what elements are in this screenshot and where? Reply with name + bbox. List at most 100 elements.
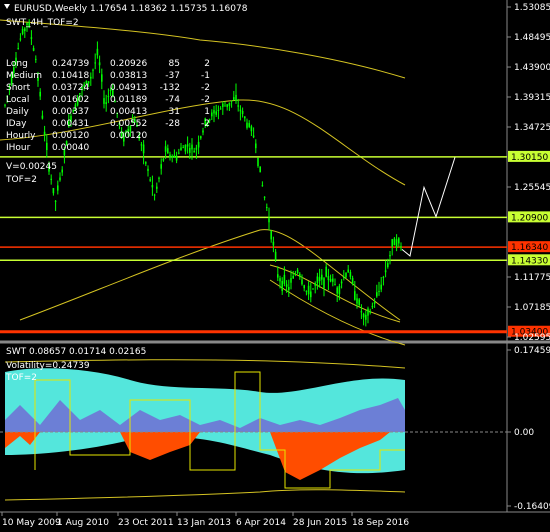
candle-body: [39, 91, 41, 97]
candle-body: [252, 135, 255, 138]
candle-body: [200, 136, 202, 139]
candle-body: [294, 274, 297, 276]
sub-axis-label: 0.17459: [514, 346, 550, 356]
candle-body: [149, 179, 151, 181]
price-tick-label: 1.48495: [514, 33, 550, 43]
candle-body: [343, 276, 345, 278]
stats-row-v2: 0.04913: [110, 83, 147, 93]
candle-body: [54, 200, 57, 202]
candle-body: [391, 239, 393, 247]
candle-body: [59, 177, 61, 181]
candle-body: [50, 178, 52, 180]
candle-body: [332, 278, 334, 282]
time-tick-label: 10 May 2009: [2, 518, 61, 528]
candle-body: [96, 48, 99, 56]
candle-body: [270, 231, 272, 240]
candle-body: [244, 116, 246, 119]
candle-body: [222, 103, 224, 108]
candle-body: [235, 94, 237, 102]
candle-body: [101, 74, 103, 82]
price-axis: 1.53085 1.48495 1.43900 1.39315 1.34725 1.301…: [507, 3, 550, 343]
candle-body: [345, 272, 347, 278]
candle-body: [184, 145, 187, 152]
candle-body: [362, 313, 365, 318]
candle-body: [301, 279, 303, 285]
candle-body: [360, 311, 363, 313]
candle-body: [213, 110, 215, 114]
candle-body: [103, 98, 105, 104]
stats-row-v1: 0.00040: [52, 143, 89, 153]
sub-tof-line: TOF=2: [5, 373, 37, 383]
stats-row-v4: 1: [204, 107, 210, 117]
candle-body: [369, 311, 371, 313]
stats-row-v2: 0.00413: [110, 107, 147, 117]
candle-body: [193, 150, 195, 153]
candle-body: [61, 169, 63, 173]
candle-body: [296, 269, 299, 273]
chart-canvas[interactable]: 1.53085 1.48495 1.43900 1.39315 1.34725 1.301…: [0, 0, 550, 532]
time-tick-label: 18 Sep 2016: [352, 518, 409, 528]
candle-body: [164, 146, 167, 152]
candle-body: [299, 273, 301, 277]
candle-body: [312, 288, 314, 290]
candle-body: [241, 110, 244, 114]
price-tick-label: 1.07185: [514, 303, 550, 313]
candle-body: [180, 147, 182, 151]
candle-body: [290, 278, 292, 283]
candle-body: [202, 130, 204, 133]
candle-body: [325, 266, 327, 277]
candle-body: [314, 283, 316, 286]
stats-row-v2: 0.00552: [110, 119, 147, 129]
stats-row-v1: 0.01602: [52, 95, 89, 105]
candle-body: [233, 97, 235, 100]
price-pane[interactable]: [0, 0, 507, 341]
candle-body: [255, 143, 257, 149]
candle-body: [336, 287, 338, 294]
stats-row-v1: 0.10418: [52, 71, 89, 81]
stats-row-label: Short: [6, 83, 31, 93]
candle-body: [175, 155, 178, 161]
candle-body: [393, 238, 396, 246]
indicator-name: SWT_4H_TOF=2: [6, 18, 79, 28]
candle-body: [389, 254, 391, 257]
candle-body: [303, 285, 305, 289]
candle-body: [197, 141, 200, 148]
sub-axis-label: -0.16409: [514, 502, 550, 512]
candle-body: [158, 177, 160, 179]
candle-body: [169, 154, 171, 158]
stats-row-label: Hourly: [6, 131, 36, 141]
candle-body: [398, 238, 400, 244]
candle-body: [292, 275, 294, 279]
stats-row-v2: 0.20926: [110, 59, 147, 69]
candle-body: [338, 285, 341, 295]
candle-body: [151, 185, 154, 188]
time-tick-label: 1 Aug 2010: [57, 518, 109, 528]
candle-body: [327, 276, 330, 281]
candle-body: [382, 276, 385, 278]
stats-row-v1: 0.03724: [52, 83, 89, 93]
candle-body: [250, 126, 253, 132]
stats-row-v3: -37: [165, 71, 180, 81]
candle-body: [98, 62, 101, 66]
candle-body: [43, 131, 46, 135]
stats-row-v1: 0.24739: [52, 59, 89, 69]
candle-body: [376, 292, 378, 297]
price-tick-label: 1.53085: [514, 3, 550, 13]
stats-row-v3: 31: [169, 107, 180, 117]
stats-row-label: Local: [6, 95, 29, 105]
candle-body: [371, 305, 374, 308]
candle-body: [182, 147, 184, 149]
candle-body: [378, 290, 380, 292]
candle-body: [367, 308, 369, 316]
candle-body: [160, 164, 162, 169]
candle-body: [173, 155, 176, 158]
candle-body: [226, 104, 228, 107]
candle-body: [266, 207, 268, 209]
stats-row-label: Long: [6, 59, 28, 69]
candle-body: [285, 284, 288, 287]
candle-body: [261, 185, 264, 187]
price-tick-label: 1.25545: [514, 183, 550, 193]
price-tick-label: 1.34725: [514, 123, 550, 133]
stats-row-v3: -28: [165, 119, 180, 129]
candle-body: [94, 62, 96, 64]
